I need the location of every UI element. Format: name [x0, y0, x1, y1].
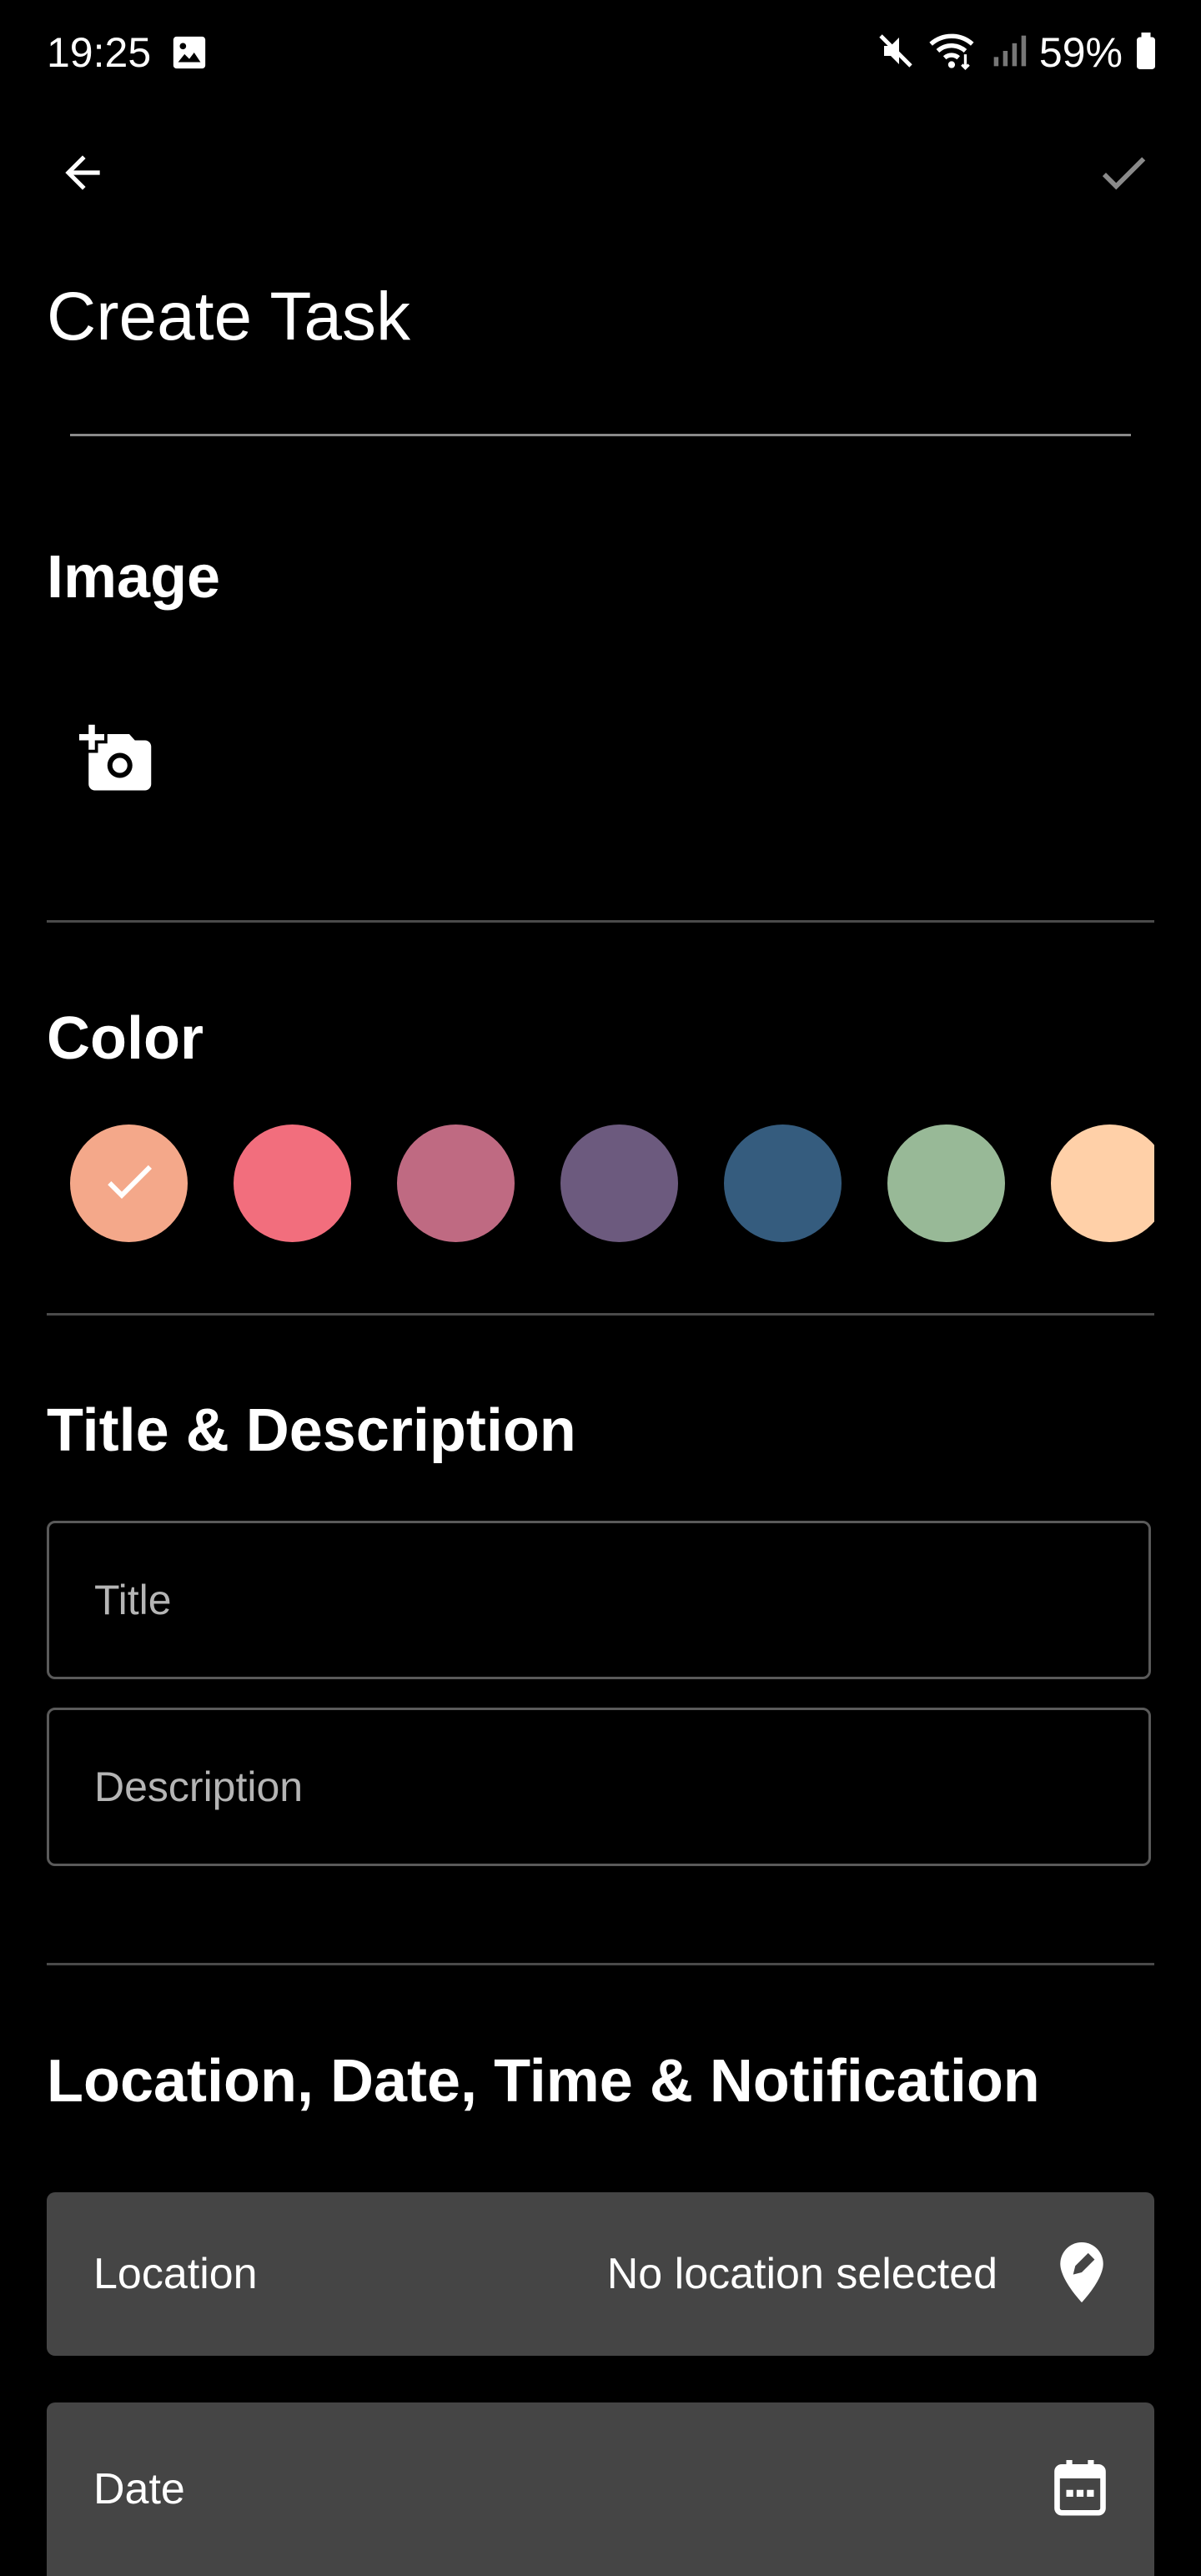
description-field[interactable]	[47, 1708, 1151, 1866]
location-pin-icon	[1056, 2241, 1108, 2307]
signal-icon	[991, 33, 1028, 73]
status-time: 19:25	[47, 29, 152, 76]
title-input[interactable]	[49, 1523, 1148, 1677]
image-section-title: Image	[47, 544, 221, 611]
color-section-title: Color	[47, 1005, 204, 1072]
arrow-back-icon	[57, 147, 108, 203]
color-swatch-coral[interactable]	[234, 1124, 351, 1242]
calendar-icon	[1053, 2458, 1108, 2522]
confirm-button[interactable]	[1088, 138, 1159, 210]
location-row[interactable]: Location No location selected	[47, 2192, 1154, 2356]
title-underline	[70, 434, 1131, 436]
check-icon	[1094, 143, 1153, 206]
location-value: No location selected	[606, 2250, 997, 2298]
divider	[47, 920, 1154, 923]
date-label: Date	[93, 2465, 185, 2513]
gallery-icon	[170, 33, 212, 72]
title-description-section-title: Title & Description	[47, 1397, 576, 1464]
location-date-section-title: Location, Date, Time & Notification	[47, 2048, 1040, 2115]
wifi-icon	[927, 30, 979, 76]
battery-icon	[1134, 32, 1158, 73]
back-button[interactable]	[47, 138, 118, 210]
battery-percent: 59%	[1038, 29, 1123, 76]
color-swatch-peach[interactable]	[70, 1124, 188, 1242]
page-title[interactable]: Create Task	[47, 271, 410, 363]
date-row[interactable]: Date	[47, 2402, 1154, 2576]
location-label: Location	[93, 2250, 258, 2298]
color-swatch-light-peach[interactable]	[1051, 1124, 1154, 1242]
color-swatch-green[interactable]	[887, 1124, 1005, 1242]
add-photo-button[interactable]	[75, 719, 158, 802]
color-swatch-rose[interactable]	[397, 1124, 515, 1242]
description-input[interactable]	[49, 1710, 1148, 1864]
color-swatch-blue[interactable]	[724, 1124, 842, 1242]
color-picker-row	[47, 1124, 1154, 1245]
status-icons: 59%	[876, 23, 1158, 82]
check-icon	[99, 1151, 159, 1215]
divider	[47, 1313, 1154, 1316]
add-photo-icon	[79, 722, 154, 801]
divider	[47, 1963, 1154, 1965]
title-field[interactable]	[47, 1521, 1151, 1679]
color-swatch-purple[interactable]	[560, 1124, 678, 1242]
mute-icon	[876, 31, 916, 75]
